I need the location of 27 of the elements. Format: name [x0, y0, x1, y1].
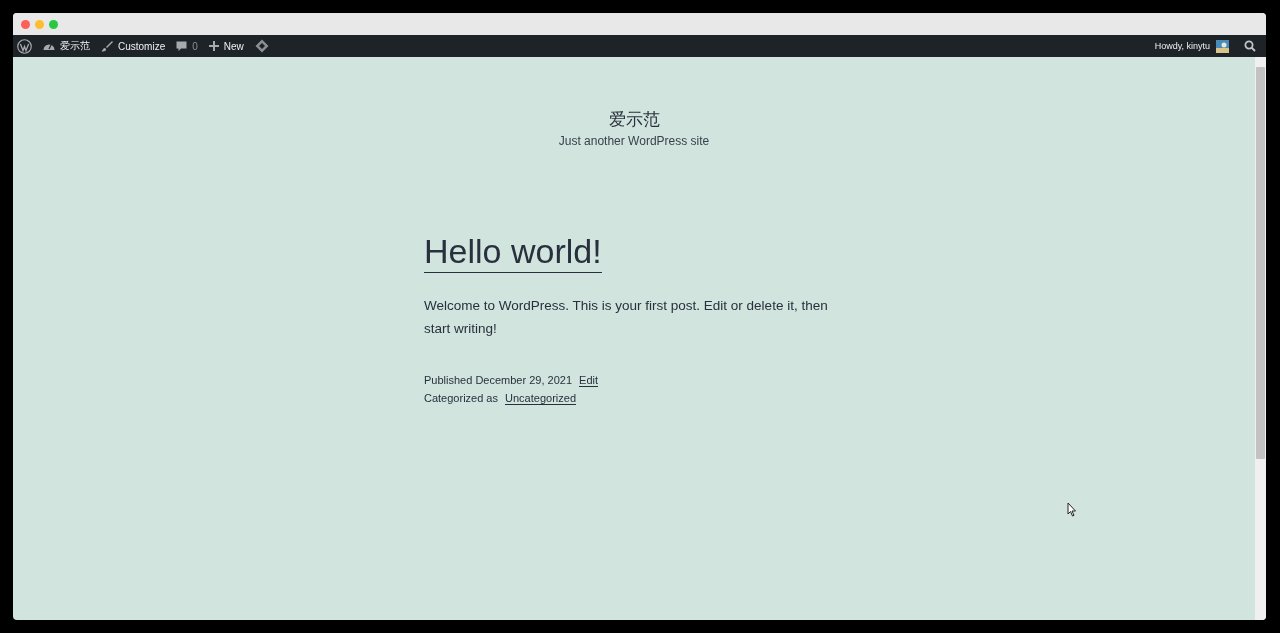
greeting-link[interactable]: Howdy, kinytu	[1154, 41, 1210, 51]
search-icon[interactable]	[1244, 40, 1256, 52]
speech-bubble-icon	[176, 40, 188, 52]
diamond-icon[interactable]	[254, 39, 269, 53]
customize-link[interactable]: Customize	[118, 40, 166, 52]
close-button[interactable]	[21, 19, 30, 29]
avatar-icon	[1216, 39, 1229, 53]
site-title[interactable]: 爱示范	[608, 108, 660, 131]
new-link[interactable]: New	[223, 40, 244, 52]
comments-link[interactable]: 0	[192, 40, 198, 52]
minimize-button[interactable]	[35, 19, 44, 29]
mouse-pointer-icon	[1067, 502, 1077, 517]
wordpress-logo-icon[interactable]	[17, 38, 32, 54]
post-body: Welcome to WordPress. This is your first post. Edit or delete it, then start writing!	[424, 297, 829, 338]
zoom-button[interactable]	[49, 19, 58, 29]
paintbrush-icon	[101, 40, 113, 52]
site-name-link[interactable]: 爱示范	[60, 39, 90, 53]
site-tagline: Just another WordPress site	[557, 134, 711, 148]
post-title-link[interactable]: Hello world!	[424, 231, 602, 273]
category-label: Categorized as	[424, 392, 498, 404]
post-date: December 29, 2021	[475, 374, 572, 386]
plus-icon	[208, 41, 219, 51]
scrollbar-thumb[interactable]	[1256, 67, 1265, 459]
scrollbar[interactable]	[1255, 57, 1266, 620]
edit-link[interactable]: Edit	[579, 374, 599, 387]
published-label: Published	[424, 374, 473, 386]
category-link[interactable]: Uncategorized	[505, 392, 576, 405]
